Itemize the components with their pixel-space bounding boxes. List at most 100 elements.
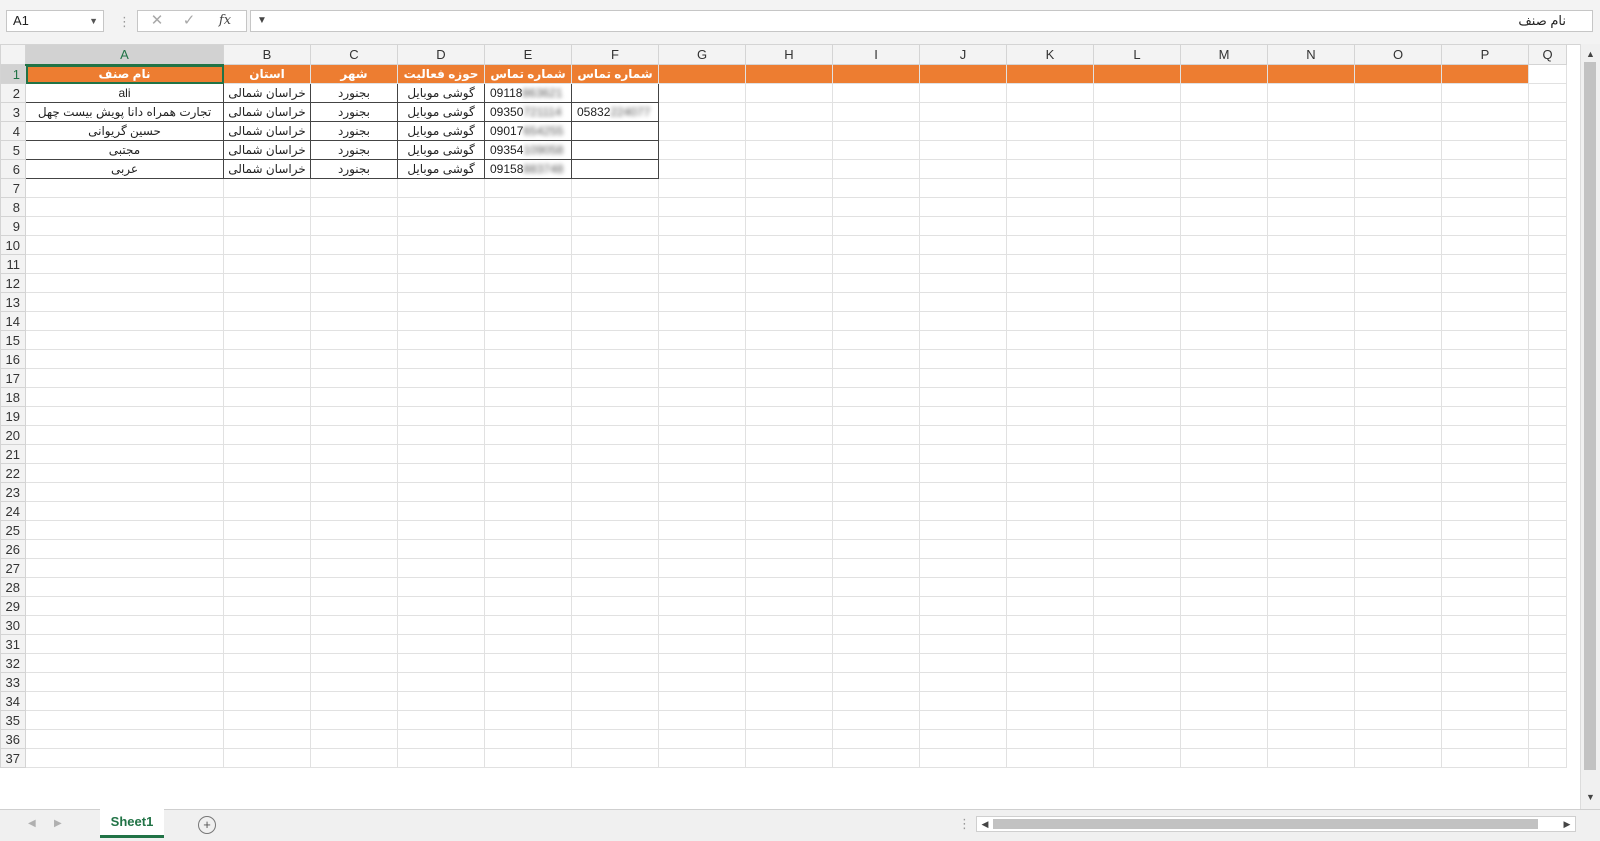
cell-i34[interactable]: [832, 691, 920, 711]
horizontal-scrollbar[interactable]: ◀ ▶: [976, 816, 1576, 832]
cell-i11[interactable]: [832, 254, 920, 274]
cell-o15[interactable]: [1354, 330, 1442, 350]
cell-p31[interactable]: [1441, 634, 1529, 654]
cell-q13[interactable]: [1528, 292, 1567, 312]
cell-n9[interactable]: [1267, 216, 1355, 236]
cell-g35[interactable]: [658, 710, 746, 730]
cell-l22[interactable]: [1093, 463, 1181, 483]
cell-a17[interactable]: [25, 368, 224, 388]
cell-o9[interactable]: [1354, 216, 1442, 236]
cell-m26[interactable]: [1180, 539, 1268, 559]
row-header[interactable]: 17: [0, 368, 26, 388]
cell-i4[interactable]: [832, 121, 920, 141]
cell-c22[interactable]: [310, 463, 398, 483]
cell-k20[interactable]: [1006, 425, 1094, 445]
cell-d9[interactable]: [397, 216, 485, 236]
cell-j14[interactable]: [919, 311, 1007, 331]
cell-b21[interactable]: [223, 444, 311, 464]
cell-q32[interactable]: [1528, 653, 1567, 673]
cell-p14[interactable]: [1441, 311, 1529, 331]
cell-d6[interactable]: گوشی موبایل: [397, 159, 485, 179]
cell-e11[interactable]: [484, 254, 572, 274]
cell-n20[interactable]: [1267, 425, 1355, 445]
cell-p35[interactable]: [1441, 710, 1529, 730]
cell-o25[interactable]: [1354, 520, 1442, 540]
cell-l23[interactable]: [1093, 482, 1181, 502]
enter-icon[interactable]: ✓: [178, 11, 200, 31]
cell-q23[interactable]: [1528, 482, 1567, 502]
cell-j11[interactable]: [919, 254, 1007, 274]
cell-h15[interactable]: [745, 330, 833, 350]
cell-h29[interactable]: [745, 596, 833, 616]
cell-l9[interactable]: [1093, 216, 1181, 236]
cell-d34[interactable]: [397, 691, 485, 711]
insert-function-icon[interactable]: fx: [214, 11, 236, 31]
cell-c34[interactable]: [310, 691, 398, 711]
cell-q16[interactable]: [1528, 349, 1567, 369]
cell-a6[interactable]: عربی: [25, 159, 224, 179]
cell-i20[interactable]: [832, 425, 920, 445]
cell-e19[interactable]: [484, 406, 572, 426]
cell-d19[interactable]: [397, 406, 485, 426]
cell-q20[interactable]: [1528, 425, 1567, 445]
cell-c2[interactable]: بجنورد: [310, 83, 398, 103]
cell-i24[interactable]: [832, 501, 920, 521]
cell-c19[interactable]: [310, 406, 398, 426]
cell-h28[interactable]: [745, 577, 833, 597]
cell-l15[interactable]: [1093, 330, 1181, 350]
cell-q2[interactable]: [1528, 83, 1567, 103]
row-header[interactable]: 36: [0, 729, 26, 749]
cell-l35[interactable]: [1093, 710, 1181, 730]
cell-j2[interactable]: [919, 83, 1007, 103]
cell-j18[interactable]: [919, 387, 1007, 407]
cell-i15[interactable]: [832, 330, 920, 350]
cell-b24[interactable]: [223, 501, 311, 521]
cell-p6[interactable]: [1441, 159, 1529, 179]
cell-m34[interactable]: [1180, 691, 1268, 711]
cell-d37[interactable]: [397, 748, 485, 768]
cell-a2[interactable]: ali: [25, 83, 224, 103]
row-header[interactable]: 4: [0, 121, 26, 141]
horizontal-scroll-thumb[interactable]: [993, 819, 1538, 829]
cell-d15[interactable]: [397, 330, 485, 350]
cell-f22[interactable]: [571, 463, 659, 483]
cell-j6[interactable]: [919, 159, 1007, 179]
cell-a27[interactable]: [25, 558, 224, 578]
cell-d35[interactable]: [397, 710, 485, 730]
cell-f11[interactable]: [571, 254, 659, 274]
column-header-i[interactable]: I: [832, 44, 920, 65]
cell-k26[interactable]: [1006, 539, 1094, 559]
cell-n15[interactable]: [1267, 330, 1355, 350]
cell-k6[interactable]: [1006, 159, 1094, 179]
cell-g22[interactable]: [658, 463, 746, 483]
cell-k13[interactable]: [1006, 292, 1094, 312]
cell-g28[interactable]: [658, 577, 746, 597]
cell-c23[interactable]: [310, 482, 398, 502]
cell-b19[interactable]: [223, 406, 311, 426]
cell-k33[interactable]: [1006, 672, 1094, 692]
cell-i5[interactable]: [832, 140, 920, 160]
cell-m25[interactable]: [1180, 520, 1268, 540]
cell-h22[interactable]: [745, 463, 833, 483]
cell-e20[interactable]: [484, 425, 572, 445]
cell-l34[interactable]: [1093, 691, 1181, 711]
cell-e24[interactable]: [484, 501, 572, 521]
cell-d25[interactable]: [397, 520, 485, 540]
cell-p1[interactable]: [1441, 64, 1529, 84]
cell-p11[interactable]: [1441, 254, 1529, 274]
cell-p26[interactable]: [1441, 539, 1529, 559]
cell-o8[interactable]: [1354, 197, 1442, 217]
cell-n35[interactable]: [1267, 710, 1355, 730]
cell-i8[interactable]: [832, 197, 920, 217]
cell-c9[interactable]: [310, 216, 398, 236]
scroll-left-icon[interactable]: ◀: [978, 817, 992, 831]
cell-n13[interactable]: [1267, 292, 1355, 312]
cell-c26[interactable]: [310, 539, 398, 559]
cell-j27[interactable]: [919, 558, 1007, 578]
add-sheet-icon[interactable]: +: [198, 816, 216, 834]
cell-b27[interactable]: [223, 558, 311, 578]
cell-k3[interactable]: [1006, 102, 1094, 122]
cell-b7[interactable]: [223, 178, 311, 198]
cell-h21[interactable]: [745, 444, 833, 464]
cell-f18[interactable]: [571, 387, 659, 407]
